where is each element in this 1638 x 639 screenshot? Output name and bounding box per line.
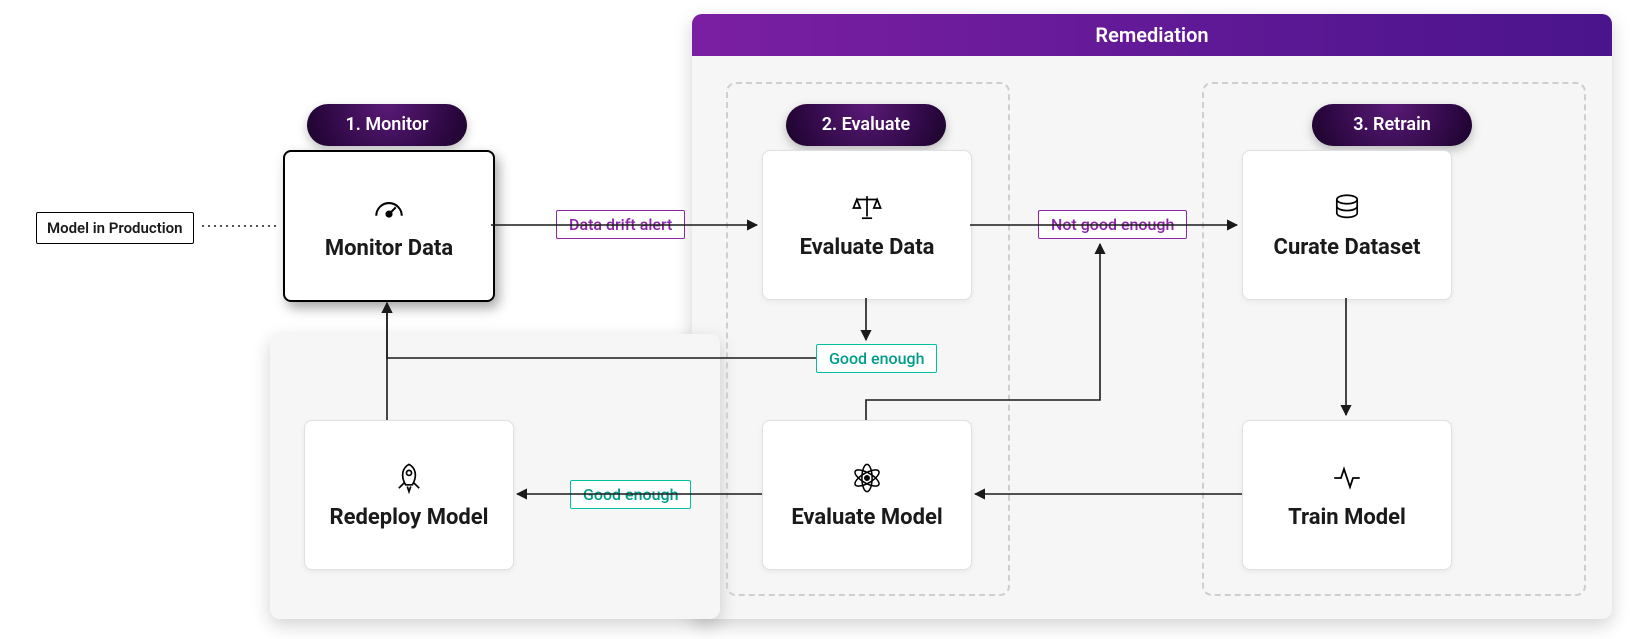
edge-label-good-enough-model: Good enough [570,480,691,509]
edge-label-data-drift: Data drift alert [556,210,685,239]
node-redeploy-model: Redeploy Model [304,420,514,570]
node-monitor-data: Monitor Data [283,150,495,302]
edge-label-good-enough-data: Good enough [816,344,937,373]
stage-pill-evaluate: 2. Evaluate [786,104,946,146]
scales-icon [847,191,887,225]
start-label: Model in Production [36,212,194,244]
node-label: Curate Dataset [1274,235,1421,260]
node-curate-dataset: Curate Dataset [1242,150,1452,300]
node-label: Redeploy Model [329,505,488,530]
node-label: Evaluate Model [791,505,942,530]
database-icon [1327,191,1367,225]
node-label: Train Model [1288,505,1406,530]
atom-icon [847,461,887,495]
diagram-canvas: Remediation 1. Monitor 2. Evaluate 3. Re… [0,0,1638,639]
rocket-icon [389,461,429,495]
node-label: Monitor Data [325,236,453,261]
remediation-title: Remediation [692,14,1612,56]
node-evaluate-model: Evaluate Model [762,420,972,570]
edge-label-not-good-enough: Not good enough [1038,210,1187,239]
activity-icon [1327,461,1367,495]
stage-pill-monitor: 1. Monitor [307,104,467,146]
node-label: Evaluate Data [800,235,935,260]
node-evaluate-data: Evaluate Data [762,150,972,300]
stage-pill-retrain: 3. Retrain [1312,104,1472,146]
gauge-icon [369,192,409,226]
node-train-model: Train Model [1242,420,1452,570]
